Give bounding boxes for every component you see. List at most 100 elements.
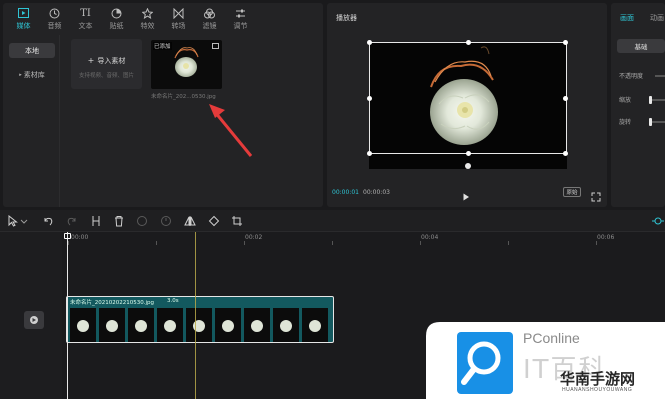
tab-audio[interactable]: 音频 [39, 3, 70, 35]
scale-knob[interactable] [649, 96, 652, 104]
rotate-button[interactable] [208, 215, 220, 227]
watermark: PConline IT百科 华南手游网 HUANANSHOUYOUWANG [426, 322, 665, 399]
rotate-knob[interactable] [649, 118, 652, 126]
tab-label: 媒体 [16, 21, 31, 30]
snap-icon [652, 217, 664, 225]
watermark-site: 华南手游网 [560, 370, 636, 388]
ratio-button[interactable]: 原始 [563, 187, 581, 197]
media-thumbnail[interactable]: 已添加 [151, 40, 222, 89]
mirror-button[interactable] [184, 215, 196, 227]
ruler-tick [508, 241, 509, 245]
text-icon: TI [80, 7, 91, 19]
tab-label: 调节 [233, 21, 248, 30]
play-icon [463, 193, 469, 201]
ruler-tick [596, 241, 597, 245]
tab-label: 音频 [47, 21, 62, 30]
player-canvas[interactable] [367, 40, 568, 169]
rotate-icon [208, 215, 220, 227]
resize-handle[interactable] [563, 40, 568, 45]
watermark-site-url: HUANANSHOUYOUWANG [562, 387, 633, 393]
select-tool-button[interactable] [7, 215, 19, 227]
snap-toggle[interactable] [652, 215, 664, 227]
tab-text[interactable]: TI 文本 [70, 3, 101, 35]
total-time: 00:00:03 [363, 189, 390, 196]
ruler-label: 00:00 [71, 234, 89, 241]
ruler-tick [244, 241, 245, 245]
filter-icon [204, 8, 216, 19]
timeline-clip[interactable]: 未命名片_20210202210530.jpg 3.0s [66, 296, 334, 343]
freeze-button[interactable] [136, 215, 148, 227]
adjust-icon [235, 8, 247, 19]
tab-filter[interactable]: 滤镜 [194, 3, 225, 35]
transition-icon [173, 7, 185, 19]
timeline-toolbar [0, 210, 665, 232]
tab-sticker[interactable]: 贴纸 [101, 3, 132, 35]
media-icon [18, 8, 30, 19]
ruler-tick [156, 241, 157, 245]
import-media-button[interactable]: + 导入素材 支持视频、音频、图片 [71, 39, 142, 89]
split-button[interactable] [90, 215, 102, 227]
sidebar-item-library[interactable]: ▸ 素材库 [9, 67, 55, 82]
tab-screen[interactable]: 画面 [620, 13, 634, 23]
thumbnail-action-icon[interactable] [212, 43, 219, 49]
tab-label: 文本 [78, 21, 93, 30]
resize-handle[interactable] [367, 96, 372, 101]
sidebar-item-local[interactable]: 本地 [9, 43, 55, 58]
fullscreen-icon[interactable] [591, 187, 601, 202]
tab-label: 滤镜 [202, 21, 217, 30]
trash-icon [115, 216, 123, 227]
sticker-icon [111, 8, 123, 19]
resize-handle[interactable] [563, 96, 568, 101]
playhead-handle[interactable] [64, 233, 71, 239]
redo-button[interactable] [66, 215, 78, 227]
reverse-icon [161, 216, 171, 226]
crop-icon [232, 216, 242, 226]
media-sidebar: 本地 ▸ 素材库 [3, 35, 60, 207]
resize-handle[interactable] [563, 151, 568, 156]
opacity-slider[interactable] [655, 75, 665, 77]
red-arrow-annotation [209, 104, 253, 157]
cursor-icon [8, 215, 18, 227]
play-button[interactable] [461, 187, 471, 201]
rotate-handle[interactable] [465, 163, 471, 169]
ruler-label: 00:04 [421, 234, 439, 241]
effects-icon [142, 7, 154, 19]
current-time: 00:00:01 [332, 189, 359, 196]
ruler-tick [332, 241, 333, 245]
cover-icon [30, 316, 38, 324]
tab-animation[interactable]: 动画 [650, 13, 664, 23]
ruler-tick [68, 241, 69, 245]
scale-label: 缩放 [619, 97, 632, 104]
expand-arrow-icon: ▸ [19, 71, 22, 78]
import-hint: 支持视频、音频、图片 [78, 73, 134, 79]
selection-box[interactable] [367, 40, 568, 156]
resize-handle[interactable] [466, 151, 471, 156]
ruler-tick [420, 241, 421, 245]
tab-transition[interactable]: 转场 [163, 3, 194, 35]
mirror-icon [184, 216, 196, 226]
undo-button[interactable] [42, 215, 54, 227]
basic-button[interactable]: 基础 [617, 39, 665, 53]
crop-button[interactable] [231, 215, 243, 227]
reverse-button[interactable] [160, 215, 172, 227]
delete-button[interactable] [113, 215, 125, 227]
track-header [0, 232, 62, 399]
tab-adjust[interactable]: 调节 [225, 3, 256, 35]
undo-icon [44, 217, 53, 226]
properties-panel: 画面 动画 基础 不透明度 缩放 旋转 [611, 3, 665, 207]
sidebar-item-label: 素材库 [23, 70, 45, 79]
plus-icon: + [87, 56, 95, 65]
track-cover-button[interactable] [24, 311, 44, 329]
ruler-label: 00:06 [597, 234, 615, 241]
redo-icon [67, 217, 76, 226]
playhead[interactable] [67, 232, 68, 399]
tab-media[interactable]: 媒体 [8, 3, 39, 35]
added-badge: 已添加 [153, 42, 172, 50]
clip-frame-flowers [77, 320, 321, 332]
resize-handle[interactable] [466, 40, 471, 45]
resize-handle[interactable] [367, 151, 372, 156]
tab-effects[interactable]: 特效 [132, 3, 163, 35]
resize-handle[interactable] [367, 40, 372, 45]
player-title: 播放器 [336, 14, 357, 22]
chevron-down-icon[interactable] [20, 215, 28, 227]
